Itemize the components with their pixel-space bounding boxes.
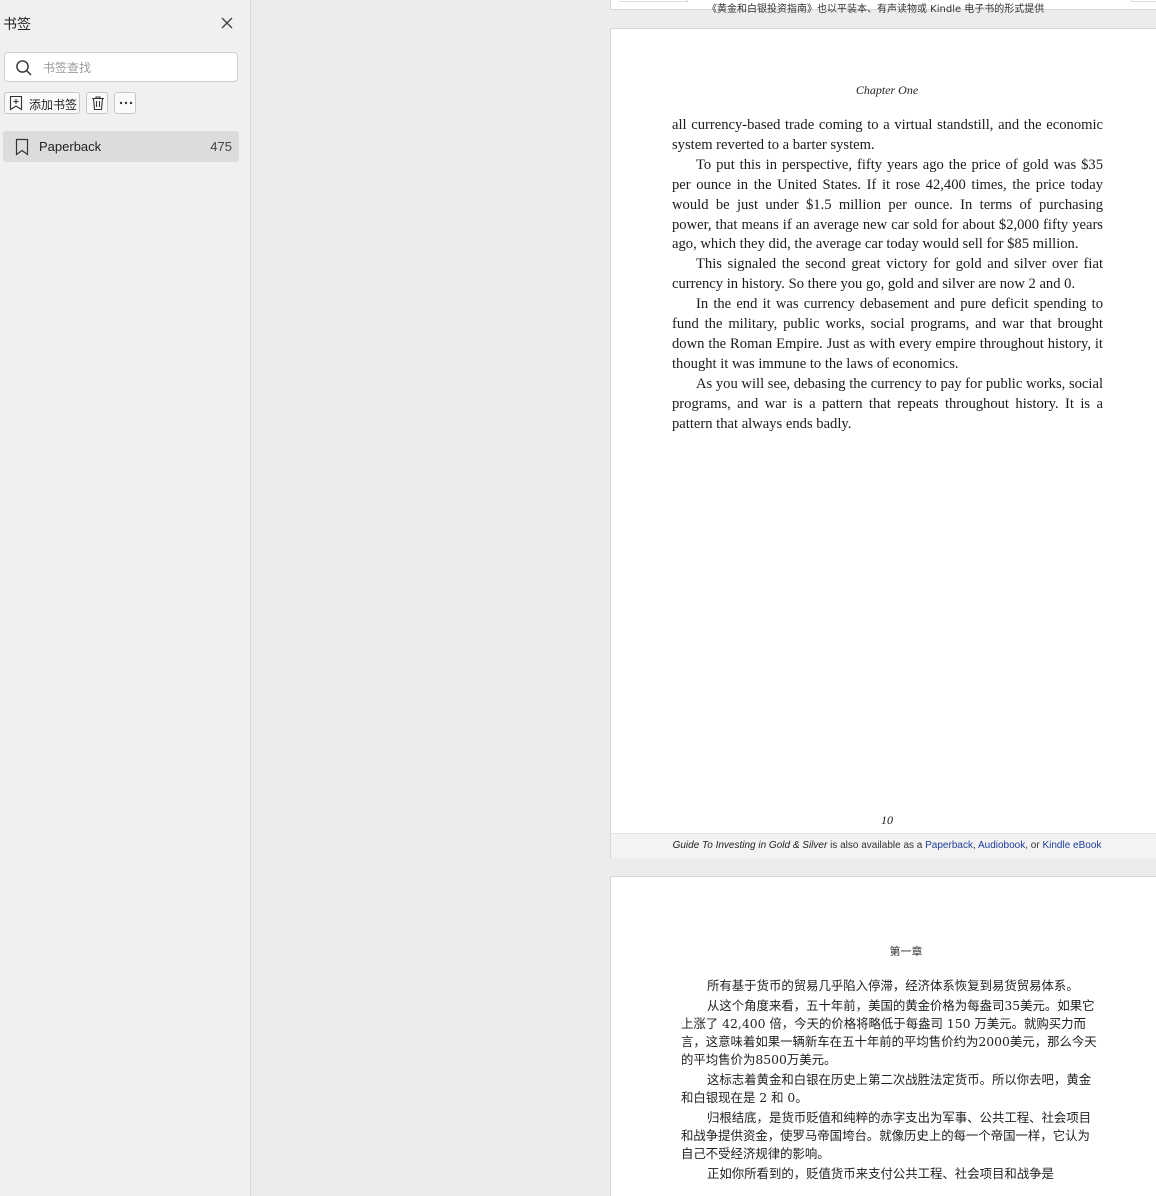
paperback-link[interactable]: Paperback — [925, 840, 973, 851]
document-viewer[interactable]: 《黄金和白银投资指南》也以平装本、有声读物或 Kindle 电子书的形式提供 C… — [252, 0, 1156, 1196]
paragraph: 归根结底，是货币贬值和纯粹的赤字支出为军事、公共工程、社会项目和战争提供资金，使… — [681, 1110, 1092, 1161]
paragraph: This signaled the second great victory f… — [672, 256, 1103, 293]
page-footer-bar: Guide To Investing in Gold & Silver is a… — [611, 833, 1156, 858]
footer-text: Guide To Investing in Gold & Silver is a… — [611, 840, 1156, 851]
add-bookmark-label: 添加书签 — [29, 98, 78, 112]
page-body-text: all currency-based trade coming to a vir… — [672, 116, 1103, 435]
paragraph: In the end it was currency debasement an… — [672, 296, 1103, 372]
close-panel-button[interactable] — [218, 14, 236, 32]
bookmark-add-icon — [9, 95, 23, 111]
page-decoration — [1131, 0, 1156, 2]
panel-title: 书签 — [3, 17, 31, 33]
footer-middle-text: is also available as a — [827, 840, 926, 851]
search-icon — [16, 60, 32, 76]
footer-book-title: Guide To Investing in Gold & Silver — [672, 840, 828, 851]
paragraph: 从这个角度来看，五十年前，美国的黄金价格为每盎司35美元。如果它上涨了 42,4… — [681, 998, 1097, 1067]
paragraph: As you will see, debasing the currency t… — [672, 375, 1103, 432]
paragraph: 所有基于货币的贸易几乎陷入停滞，经济体系恢复到易货贸易体系。 — [707, 978, 1079, 993]
previous-page: 《黄金和白银投资指南》也以平装本、有声读物或 Kindle 电子书的形式提供 — [610, 0, 1156, 15]
close-icon — [221, 17, 233, 29]
trash-icon — [92, 96, 104, 111]
bookmark-name: Paperback — [39, 139, 102, 154]
page-number: 10 — [881, 813, 893, 827]
bookmark-item-paperback[interactable]: Paperback 475 — [3, 131, 239, 162]
bookmark-search-input[interactable] — [41, 57, 235, 79]
chapter-header: Chapter One — [855, 83, 919, 97]
audiobook-link[interactable]: Audiobook — [978, 840, 1025, 851]
paragraph: To put this in perspective, fifty years … — [672, 156, 1103, 253]
bookmark-search-box[interactable] — [4, 52, 238, 82]
kindle-ebook-link[interactable]: Kindle eBook — [1042, 840, 1101, 851]
previous-page-footer-text: 《黄金和白银投资指南》也以平装本、有声读物或 Kindle 电子书的形式提供 — [707, 4, 1045, 15]
delete-bookmark-button[interactable] — [86, 92, 108, 114]
page-body-text: 所有基于货币的贸易几乎陷入停滞，经济体系恢复到易货贸易体系。 从这个角度来看，五… — [681, 977, 1101, 1185]
bookmark-icon — [15, 138, 29, 156]
footer-separator: , or — [1025, 840, 1043, 851]
document-page-chinese: 第一章 所有基于货币的贸易几乎陷入停滞，经济体系恢复到易货贸易体系。 从这个角度… — [610, 876, 1156, 1196]
bookmark-page-number: 475 — [210, 139, 232, 154]
paragraph: 这标志着黄金和白银在历史上第二次战胜法定货币。所以你去吧，黄金和白银现在是 2 … — [681, 1072, 1092, 1105]
paragraph: 正如你所看到的，贬值货币来支付公共工程、社会项目和战争是 — [707, 1166, 1054, 1181]
page-decoration — [619, 0, 688, 2]
more-options-button[interactable] — [114, 92, 136, 114]
more-dots-icon — [119, 101, 133, 105]
paragraph: all currency-based trade coming to a vir… — [672, 117, 1103, 153]
document-page-english: Chapter One all currency-based trade com… — [610, 28, 1156, 858]
chapter-header: 第一章 — [889, 945, 923, 958]
bookmark-panel: 书签 添加书签 Paperback — [0, 0, 251, 1196]
add-bookmark-button[interactable]: 添加书签 — [4, 92, 80, 114]
